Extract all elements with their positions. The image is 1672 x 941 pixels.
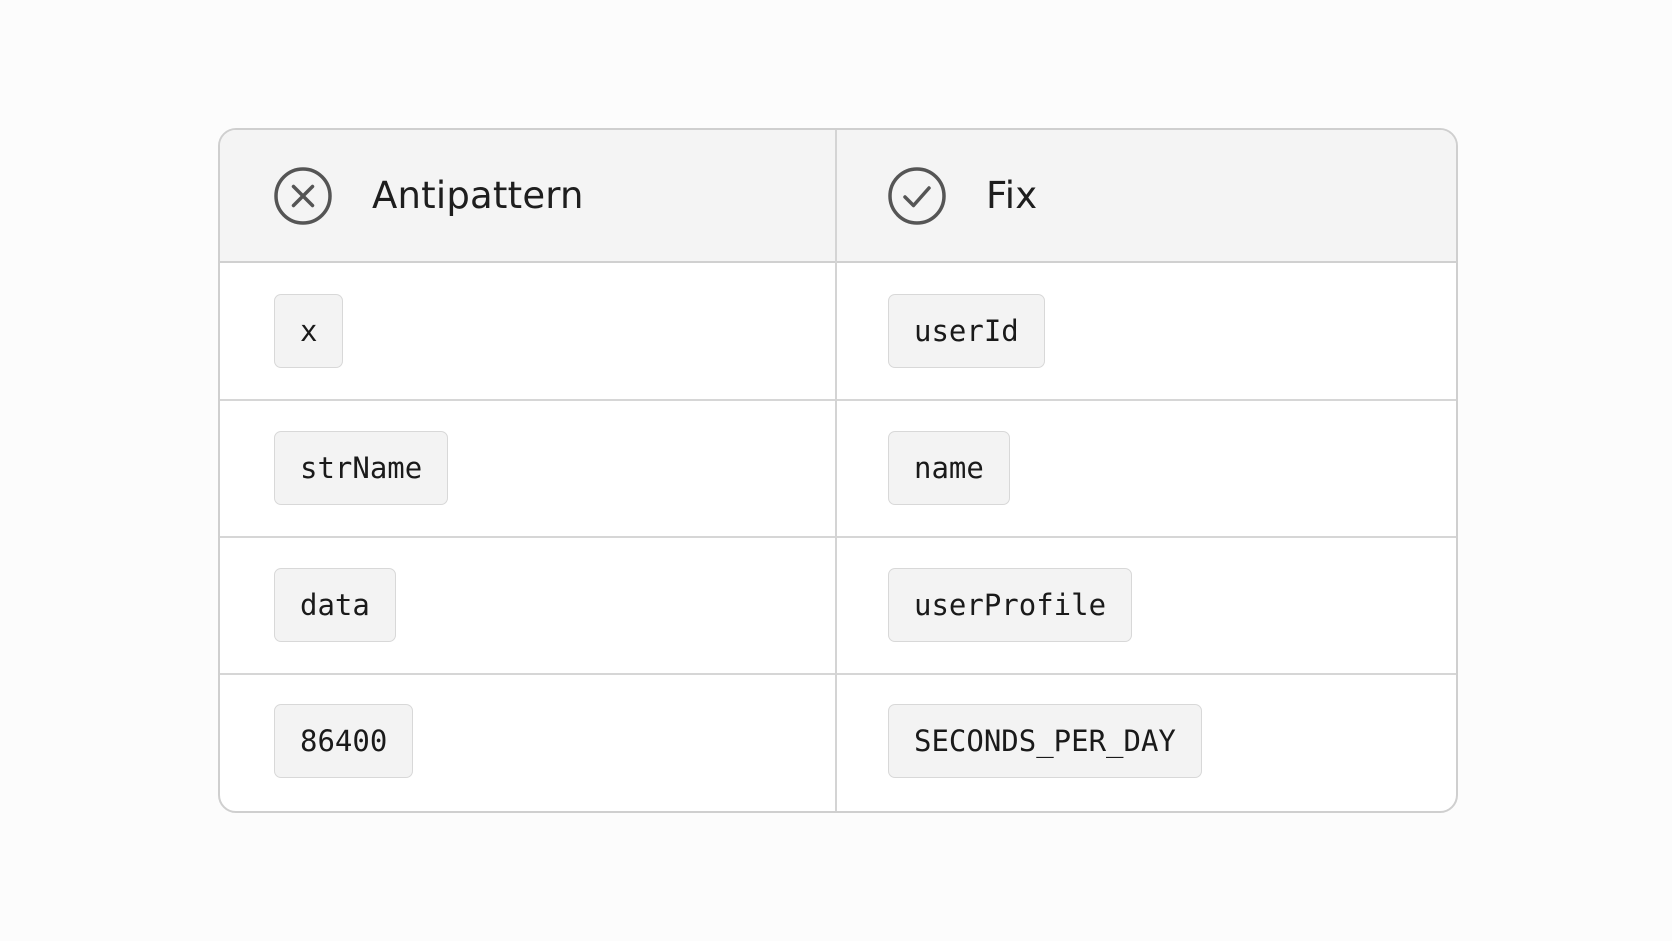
fix-cell: SECONDS_PER_DAY bbox=[888, 673, 1202, 809]
comparison-table: Antipattern Fix x userId strName name da… bbox=[218, 128, 1458, 813]
header-cell-antipattern: Antipattern bbox=[272, 130, 584, 261]
header-label-fix: Fix bbox=[986, 174, 1038, 217]
antipattern-cell: data bbox=[274, 537, 396, 673]
antipattern-cell: 86400 bbox=[274, 673, 414, 809]
fix-code: userProfile bbox=[888, 568, 1133, 642]
fix-code: name bbox=[888, 431, 1010, 505]
table-header-row: Antipattern Fix bbox=[220, 130, 1456, 263]
antipattern-code: strName bbox=[274, 431, 449, 505]
table-row: 86400 SECONDS_PER_DAY bbox=[220, 673, 1456, 809]
fix-code: SECONDS_PER_DAY bbox=[888, 704, 1202, 778]
table-row: data userProfile bbox=[220, 537, 1456, 675]
table-row: x userId bbox=[220, 263, 1456, 401]
table-row: strName name bbox=[220, 400, 1456, 538]
fix-cell: userId bbox=[888, 263, 1045, 399]
antipattern-code: 86400 bbox=[274, 704, 414, 778]
header-label-antipattern: Antipattern bbox=[372, 174, 584, 217]
antipattern-code: x bbox=[274, 294, 344, 368]
fix-cell: name bbox=[888, 400, 1010, 536]
fix-cell: userProfile bbox=[888, 537, 1133, 673]
check-circle-icon bbox=[888, 166, 946, 225]
column-divider bbox=[835, 130, 837, 811]
header-cell-fix: Fix bbox=[886, 130, 1037, 261]
antipattern-cell: x bbox=[274, 263, 344, 399]
x-circle-icon bbox=[274, 166, 332, 225]
antipattern-code: data bbox=[274, 568, 396, 642]
antipattern-cell: strName bbox=[274, 400, 449, 536]
fix-code: userId bbox=[888, 294, 1045, 368]
